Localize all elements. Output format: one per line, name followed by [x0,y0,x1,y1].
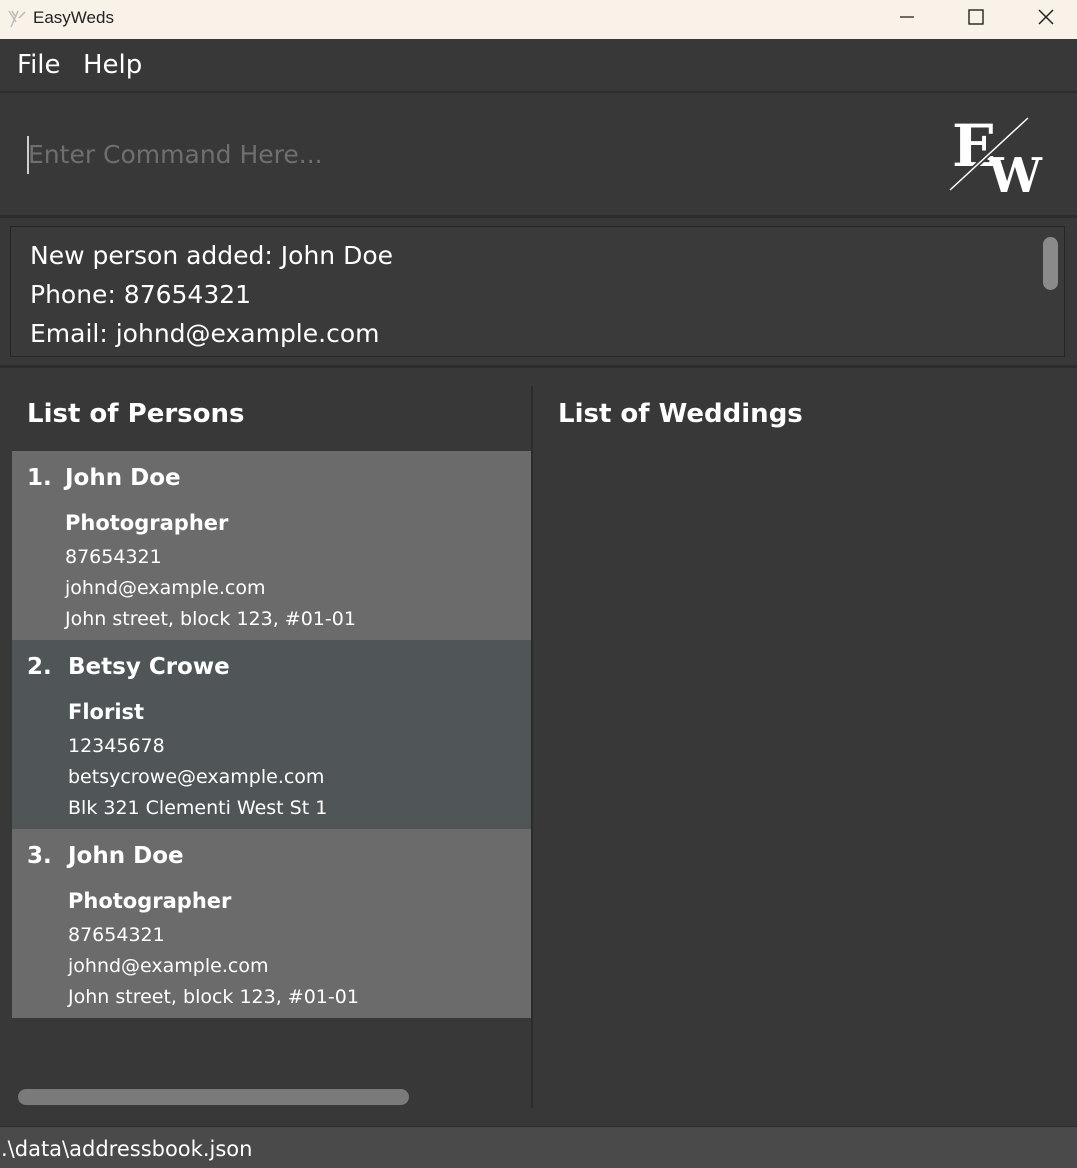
app-icon [8,10,26,28]
person-index: 2. [27,654,52,680]
menu-file[interactable]: File [17,50,61,80]
save-location: .\data\addressbook.json [1,1137,253,1161]
result-display-area: New person added: John Doe Phone: 876543… [0,218,1077,368]
window-title: EasyWeds [33,8,114,27]
text-caret [27,136,29,174]
menu-help[interactable]: Help [83,50,142,80]
title-bar: EasyWeds [0,0,1077,39]
logo-letter-w: W [987,148,1043,194]
person-index: 3. [27,843,52,869]
person-card[interactable]: 3. John Doe Photographer 87654321 johnd@… [12,829,531,1018]
person-name: John Doe [65,465,181,491]
result-line: New person added: John Doe [30,241,394,270]
person-role: Florist [68,700,145,724]
person-card[interactable]: 2. Betsy Crowe Florist 12345678 betsycro… [12,640,531,829]
person-email: johnd@example.com [68,955,269,977]
weddings-panel: List of Weddings [533,371,1077,1126]
person-phone: 87654321 [68,924,165,946]
person-index: 1. [27,465,52,491]
person-email: johnd@example.com [65,577,266,599]
person-role: Photographer [68,889,232,913]
persons-panel-title: List of Persons [27,399,245,429]
menu-bar: File Help [0,39,1077,93]
result-display: New person added: John Doe Phone: 876543… [10,226,1065,357]
command-box-area: E W [0,94,1077,218]
easyweds-logo: E W [948,116,1043,194]
person-role: Photographer [65,511,229,535]
result-line: Email: johnd@example.com [30,319,380,348]
person-name: John Doe [68,843,184,869]
person-name: Betsy Crowe [68,654,230,680]
command-input[interactable] [26,132,906,176]
person-email: betsycrowe@example.com [68,766,325,788]
persons-horizontal-scrollbar[interactable] [18,1089,409,1105]
minimize-icon [900,15,914,18]
persons-panel: List of Persons 1. John Doe Photographer… [0,371,531,1126]
minimize-button[interactable] [872,0,942,33]
weddings-panel-title: List of Weddings [558,399,803,429]
person-address: John street, block 123, #01-01 [65,608,356,630]
status-bar: .\data\addressbook.json [0,1126,1077,1168]
result-line: Phone: 87654321 [30,280,252,309]
maximize-button[interactable] [941,0,1011,33]
close-button[interactable] [1011,0,1077,33]
close-icon [1038,8,1054,25]
result-scrollbar-thumb[interactable] [1043,237,1058,290]
person-phone: 87654321 [65,546,162,568]
person-phone: 12345678 [68,735,165,757]
person-address: John street, block 123, #01-01 [68,986,359,1008]
maximize-icon [968,8,984,25]
person-card[interactable]: 1. John Doe Photographer 87654321 johnd@… [12,451,531,640]
person-address: Blk 321 Clementi West St 1 [68,797,328,819]
